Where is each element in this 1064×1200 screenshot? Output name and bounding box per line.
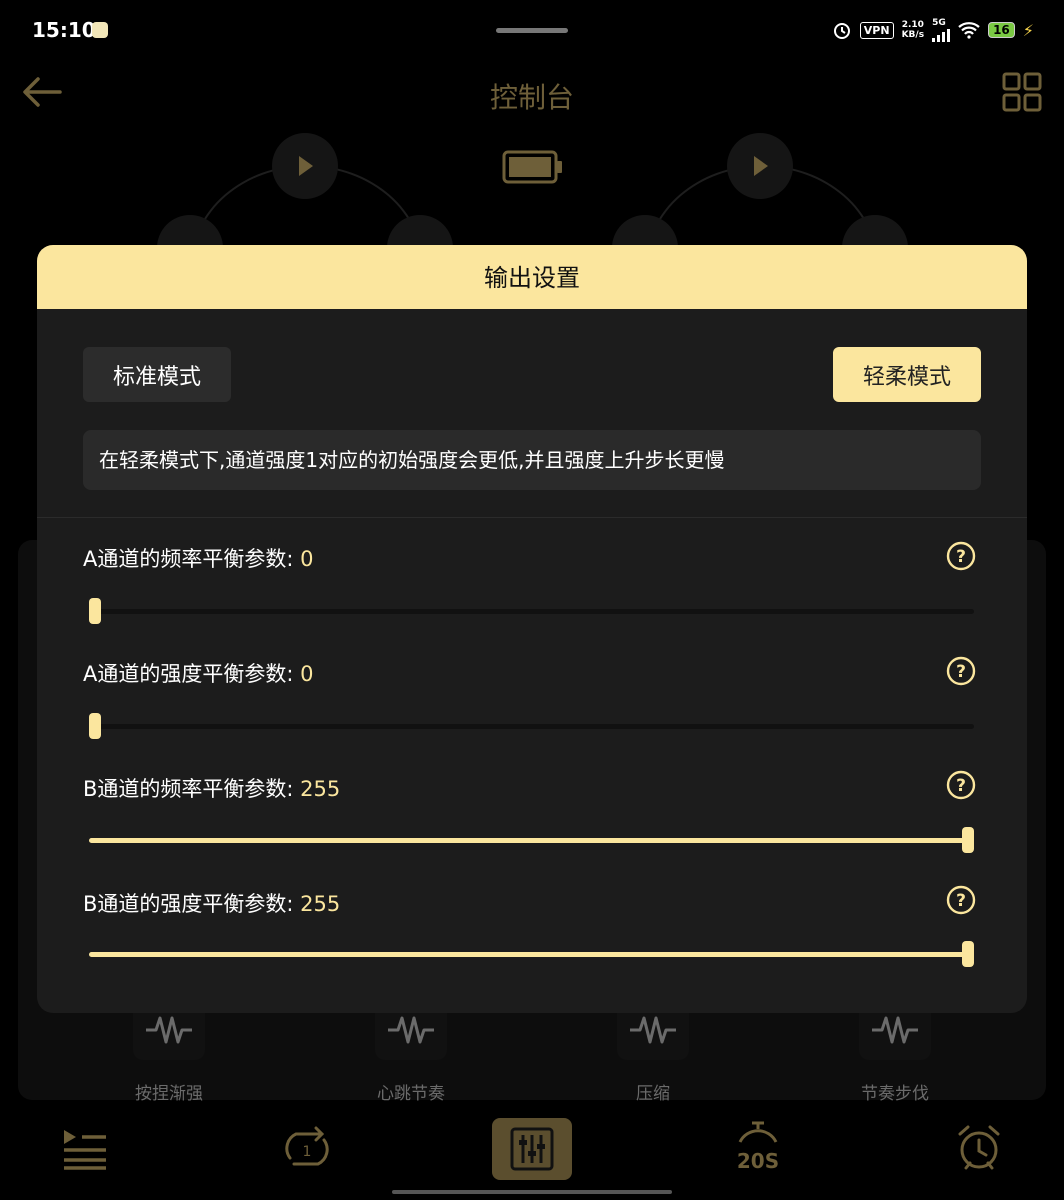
dialog-title: 输出设置	[37, 245, 1027, 309]
help-icon[interactable]: ?	[946, 770, 976, 800]
play-icon	[754, 156, 768, 176]
battery-level: 16	[988, 22, 1015, 38]
waveform-icon	[146, 1016, 192, 1044]
vpn-badge: VPN	[859, 21, 894, 39]
console-tab-active[interactable]	[492, 1118, 572, 1180]
sliders-icon	[510, 1127, 554, 1171]
soft-mode-button[interactable]: 轻柔模式	[833, 347, 981, 402]
b-frequency-balance-thumb[interactable]	[962, 827, 974, 853]
status-time: 15:10	[32, 18, 96, 42]
a-intensity-balance-thumb[interactable]	[89, 713, 101, 739]
play-b-button[interactable]	[727, 133, 793, 199]
a-intensity-balance-slider[interactable]	[89, 724, 974, 729]
status-icons: VPN 2.10 KB/s 5G 16 ⚡	[832, 18, 1034, 42]
page-title: 控制台	[489, 81, 574, 114]
wifi-icon	[958, 22, 980, 39]
a-frequency-balance-slider[interactable]	[89, 609, 974, 614]
svg-text:?: ?	[956, 662, 966, 682]
a-frequency-balance-value: 0	[300, 547, 314, 571]
alarm-icon	[833, 23, 850, 39]
mode-description: 在轻柔模式下,通道强度1对应的初始强度会更低,并且强度上升步长更慢	[83, 430, 981, 490]
help-icon[interactable]: ?	[946, 885, 976, 915]
b-intensity-balance-value: 255	[300, 892, 341, 916]
device-battery-icon	[502, 150, 562, 184]
loop-count: 1	[303, 1144, 312, 1160]
b-frequency-balance-slider[interactable]	[89, 838, 974, 843]
waveform-icon	[630, 1016, 676, 1044]
preset-3-label: 压缩	[636, 1084, 670, 1104]
preset-2-label: 心跳节奏	[377, 1084, 445, 1104]
preset-1-label: 按捏渐强	[135, 1084, 203, 1104]
charging-icon: ⚡	[1022, 20, 1034, 40]
app-notification-icon	[92, 22, 108, 38]
help-icon[interactable]: ?	[946, 656, 976, 686]
b-intensity-balance-thumb[interactable]	[962, 941, 974, 967]
play-a-button[interactable]	[272, 133, 338, 199]
playlist-icon[interactable]	[62, 1128, 108, 1170]
waveform-icon	[872, 1016, 918, 1044]
svg-text:?: ?	[956, 891, 966, 911]
top-handle[interactable]	[496, 28, 568, 33]
a-intensity-balance-value: 0	[300, 662, 314, 686]
standard-mode-button[interactable]: 标准模式	[83, 347, 231, 402]
signal-group: 5G	[932, 18, 951, 42]
a-frequency-balance-thumb[interactable]	[89, 598, 101, 624]
waveform-icon	[388, 1016, 434, 1044]
svg-text:?: ?	[956, 776, 966, 796]
b-frequency-balance-value: 255	[300, 777, 341, 801]
b-intensity-balance-slider[interactable]	[89, 952, 974, 957]
play-icon	[299, 156, 313, 176]
loop-once-icon[interactable]: 1	[280, 1126, 334, 1172]
b-intensity-balance-label: B通道的强度平衡参数: 255	[83, 892, 341, 916]
home-indicator[interactable]	[392, 1190, 672, 1194]
svg-text:?: ?	[956, 547, 966, 567]
a-intensity-balance-label: A通道的强度平衡参数: 0	[83, 662, 314, 686]
output-settings-dialog: 输出设置 标准模式 轻柔模式 在轻柔模式下,通道强度1对应的初始强度会更低,并且…	[37, 245, 1027, 1013]
grid-menu-icon[interactable]	[1002, 72, 1042, 112]
a-frequency-balance-label: A通道的频率平衡参数: 0	[83, 547, 314, 571]
b-frequency-balance-label: B通道的频率平衡参数: 255	[83, 777, 341, 801]
signal-icon	[932, 28, 951, 42]
alarm-clock-icon[interactable]	[956, 1124, 1002, 1172]
preset-4-label: 节奏步伐	[861, 1084, 929, 1104]
network-type: 5G	[932, 18, 946, 28]
help-icon[interactable]: ?	[946, 541, 976, 571]
divider	[37, 517, 1027, 518]
timer-20s-icon[interactable]: 20S	[734, 1120, 782, 1176]
network-speed: 2.10 KB/s	[901, 20, 925, 40]
timer-label: 20S	[737, 1149, 779, 1173]
